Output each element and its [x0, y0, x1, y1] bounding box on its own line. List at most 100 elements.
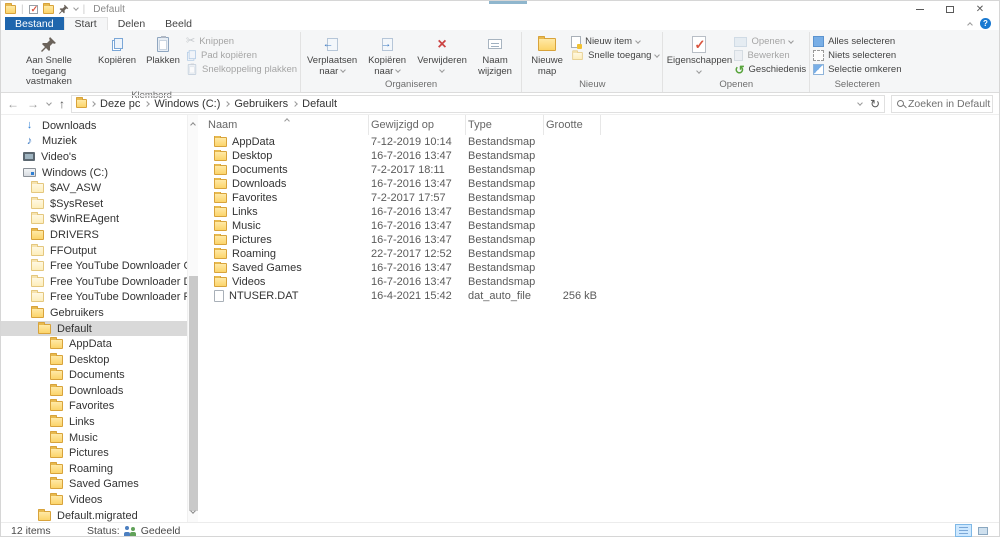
breadcrumb-chevron-icon[interactable] [225, 101, 231, 107]
sidebar-item-ffoutput[interactable]: FFOutput [1, 243, 198, 259]
sidebar-item-video-s[interactable]: Video's [1, 149, 198, 165]
sidebar-item-documents[interactable]: Documents [1, 368, 198, 384]
sidebar-item-drivers[interactable]: DRIVERS [1, 227, 198, 243]
details-view-button[interactable] [955, 524, 972, 537]
file-row[interactable]: Saved Games16-7-2016 13:47Bestandsmap [198, 261, 999, 275]
tab-delen[interactable]: Delen [108, 17, 155, 30]
breadcrumb-chevron-icon[interactable] [90, 101, 96, 107]
file-row[interactable]: Links16-7-2016 13:47Bestandsmap [198, 205, 999, 219]
delete-button[interactable]: × Verwijderen [414, 32, 470, 79]
column-header-type[interactable]: Type [466, 115, 544, 135]
file-row[interactable]: Favorites7-2-2017 17:57Bestandsmap [198, 191, 999, 205]
address-dropdown-icon[interactable] [857, 100, 863, 106]
scrollbar-thumb[interactable] [189, 276, 198, 511]
properties-button[interactable]: Eigenschappen [666, 32, 732, 77]
select-none-button[interactable]: Niets selecteren [813, 49, 901, 62]
copy-path-button[interactable]: Pad kopiëren [186, 49, 297, 62]
rename-button[interactable]: Naam wijzigen [472, 32, 518, 79]
sidebar-item-free-youtube-downloader-recorded[interactable]: Free YouTube Downloader Recorded [1, 290, 198, 306]
sidebar-item--sysreset[interactable]: $SysReset [1, 196, 198, 212]
copy-button[interactable]: Kopiëren [94, 32, 140, 69]
file-row[interactable]: Downloads16-7-2016 13:47Bestandsmap [198, 177, 999, 191]
pin-icon[interactable] [59, 4, 69, 14]
pin-to-quick-access-button[interactable]: Aan Snelle toegang vastmaken [6, 32, 92, 90]
file-row[interactable]: Videos16-7-2016 13:47Bestandsmap [198, 275, 999, 289]
cut-button[interactable]: ✂Knippen [186, 35, 297, 48]
new-folder-quick-icon[interactable] [43, 5, 54, 14]
paste-button[interactable]: Plakken [142, 32, 184, 69]
properties-quick-icon[interactable] [29, 5, 38, 14]
sidebar-item-music[interactable]: Music [1, 430, 198, 446]
window-title: Default [93, 4, 125, 15]
breadcrumb-chevron-icon[interactable] [145, 101, 151, 107]
sidebar-item-muziek[interactable]: ♪Muziek [1, 134, 198, 150]
maximize-button[interactable] [935, 2, 965, 17]
address-input[interactable]: Deze pc Windows (C:) Gebruikers Default ↻ [71, 95, 885, 113]
file-row[interactable]: Desktop16-7-2016 13:47Bestandsmap [198, 149, 999, 163]
breadcrumb-segment[interactable]: Windows (C:) [151, 98, 223, 110]
file-row[interactable]: Roaming22-7-2017 12:52Bestandsmap [198, 247, 999, 261]
sidebar-item-links[interactable]: Links [1, 414, 198, 430]
column-header-naam[interactable]: Naam [206, 115, 369, 135]
sidebar-item--av-asw[interactable]: $AV_ASW [1, 180, 198, 196]
new-folder-button[interactable]: Nieuwe map [525, 32, 569, 79]
up-button[interactable]: ↑ [59, 98, 65, 110]
qat-chevron-down-icon[interactable] [73, 5, 79, 11]
file-row[interactable]: NTUSER.DAT16-4-2021 15:42dat_auto_file25… [198, 289, 999, 303]
thumbnails-view-button[interactable] [974, 524, 991, 537]
breadcrumb-segment[interactable]: Gebruikers [231, 98, 291, 110]
column-header-grootte[interactable]: Grootte [544, 115, 601, 135]
sidebar-item-free-youtube-downloader-converted[interactable]: Free YouTube Downloader Converted [1, 258, 198, 274]
search-input[interactable]: Zoeken in Default [891, 95, 993, 113]
history-button[interactable]: ↺Geschiedenis [734, 63, 806, 76]
sidebar-item-default[interactable]: Default [1, 321, 198, 337]
file-list-pane: Naam Gewijzigd op Type Grootte AppData7-… [198, 115, 999, 522]
column-header-gewijzigd-op[interactable]: Gewijzigd op [369, 115, 466, 135]
recent-locations-chevron-icon[interactable] [46, 100, 52, 106]
sidebar-item-desktop[interactable]: Desktop [1, 352, 198, 368]
file-row[interactable]: AppData7-12-2019 10:14Bestandsmap [198, 135, 999, 149]
file-row[interactable]: Music16-7-2016 13:47Bestandsmap [198, 219, 999, 233]
sidebar-item-windows-c-[interactable]: Windows (C:) [1, 165, 198, 181]
sidebar-item-pictures[interactable]: Pictures [1, 445, 198, 461]
help-icon[interactable]: ? [980, 18, 991, 29]
quick-access-button[interactable]: Snelle toegang [571, 49, 659, 62]
refresh-button[interactable]: ↻ [870, 97, 880, 111]
file-modified: 16-7-2016 13:47 [369, 206, 466, 218]
sidebar-scrollbar[interactable] [187, 115, 198, 522]
file-row[interactable]: Pictures16-7-2016 13:47Bestandsmap [198, 233, 999, 247]
sidebar-item-downloads[interactable]: ↓Downloads [1, 118, 198, 134]
minimize-button[interactable] [905, 2, 935, 17]
file-row[interactable]: Documents7-2-2017 18:11Bestandsmap [198, 163, 999, 177]
sidebar-item-gebruikers[interactable]: Gebruikers [1, 305, 198, 321]
sidebar-item-saved-games[interactable]: Saved Games [1, 477, 198, 493]
sidebar-item-roaming[interactable]: Roaming [1, 461, 198, 477]
open-button[interactable]: Openen [734, 35, 806, 48]
select-all-button[interactable]: Alles selecteren [813, 35, 901, 48]
move-to-button[interactable]: Verplaatsen naar [304, 32, 360, 79]
paste-shortcut-button[interactable]: Snelkoppeling plakken [186, 63, 297, 76]
sidebar-item-appdata[interactable]: AppData [1, 336, 198, 352]
scroll-up-icon[interactable] [190, 122, 196, 128]
breadcrumb-segment[interactable]: Default [299, 98, 340, 110]
forward-button[interactable]: → [27, 98, 39, 110]
edit-button[interactable]: Bewerken [734, 49, 806, 62]
close-button[interactable]: ✕ [965, 2, 995, 17]
invert-selection-button[interactable]: Selectie omkeren [813, 63, 901, 76]
new-item-button[interactable]: Nieuw item [571, 35, 659, 48]
status-value: Gedeeld [141, 525, 181, 537]
sidebar-item-favorites[interactable]: Favorites [1, 399, 198, 415]
back-button[interactable]: ← [7, 98, 19, 110]
minimize-ribbon-icon[interactable] [967, 22, 973, 28]
breadcrumb-chevron-icon[interactable] [292, 101, 298, 107]
tab-bestand[interactable]: Bestand [5, 17, 64, 30]
sidebar-item-default-migrated[interactable]: Default.migrated [1, 508, 198, 522]
breadcrumb-segment[interactable]: Deze pc [97, 98, 143, 110]
tab-beeld[interactable]: Beeld [155, 17, 202, 30]
sidebar-item--winreagent[interactable]: $WinREAgent [1, 212, 198, 228]
tab-start[interactable]: Start [64, 17, 108, 30]
copy-to-button[interactable]: Kopiëren naar [362, 32, 412, 79]
sidebar-item-downloads[interactable]: Downloads [1, 383, 198, 399]
sidebar-item-videos[interactable]: Videos [1, 492, 198, 508]
sidebar-item-free-youtube-downloader-downloaded[interactable]: Free YouTube Downloader Downloaded [1, 274, 198, 290]
